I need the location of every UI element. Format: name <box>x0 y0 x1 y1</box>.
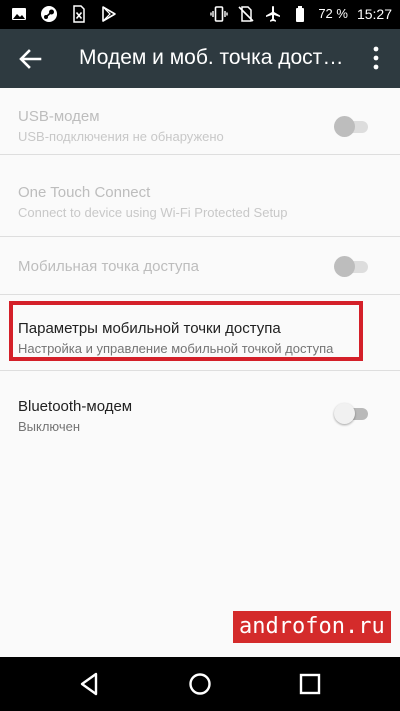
watermark: androfon.ru <box>233 611 391 643</box>
one-touch-connect-subtitle: Connect to device using Wi-Fi Protected … <box>18 205 288 220</box>
mobile-hotspot-switch[interactable] <box>334 255 370 277</box>
hotspot-parameters-title: Параметры мобильной точки доступа <box>18 320 281 337</box>
no-sim-icon <box>237 5 255 23</box>
mobile-hotspot-title: Мобильная точка доступа <box>18 258 199 275</box>
battery-icon <box>291 5 309 23</box>
page-title: Модем и моб. точка доступа <box>79 46 349 69</box>
clock: 15:27 <box>356 6 392 22</box>
hotspot-parameters-row[interactable]: Параметры мобильной точки доступа Настро… <box>0 295 400 371</box>
bluetooth-modem-subtitle: Выключен <box>18 419 81 434</box>
settings-list: USB-модем USB-подключения не обнаружено … <box>0 88 400 447</box>
navigation-bar <box>0 657 400 711</box>
mobile-hotspot-row[interactable]: Мобильная точка доступа <box>0 237 400 295</box>
bluetooth-modem-switch[interactable] <box>334 402 370 424</box>
play-store-icon <box>100 5 118 23</box>
one-touch-connect-row[interactable]: One Touch Connect Connect to device usin… <box>0 155 400 237</box>
one-touch-connect-title: One Touch Connect <box>18 184 151 201</box>
status-bar: 72 % 15:27 <box>0 0 400 29</box>
app-bar: Модем и моб. точка доступа <box>0 29 400 88</box>
steam-icon <box>40 5 58 23</box>
more-options-icon[interactable] <box>364 44 388 72</box>
usb-modem-title: USB-модем <box>18 108 100 125</box>
bluetooth-modem-row[interactable]: Bluetooth-модем Выключен <box>0 371 400 447</box>
recents-square-icon[interactable] <box>296 670 324 698</box>
bluetooth-modem-switch-thumb <box>334 403 355 424</box>
battery-percent: 72 % <box>318 6 348 21</box>
bluetooth-modem-title: Bluetooth-модем <box>18 398 133 415</box>
vibrate-icon <box>210 5 229 23</box>
hotspot-parameters-subtitle: Настройка и управление мобильной точкой … <box>18 341 334 356</box>
home-circle-icon[interactable] <box>186 670 214 698</box>
airplane-icon <box>264 5 282 23</box>
usb-modem-switch-thumb <box>334 116 355 137</box>
usb-modem-switch[interactable] <box>334 115 370 137</box>
status-bar-notifications <box>10 5 118 23</box>
gallery-icon <box>10 5 28 23</box>
back-arrow-icon[interactable] <box>14 43 46 75</box>
usb-modem-subtitle: USB-подключения не обнаружено <box>18 129 224 144</box>
status-bar-system: 72 % 15:27 <box>210 5 392 23</box>
file-x-icon <box>70 5 88 23</box>
usb-modem-row[interactable]: USB-модем USB-подключения не обнаружено <box>0 88 400 155</box>
mobile-hotspot-switch-thumb <box>334 256 355 277</box>
back-triangle-icon[interactable] <box>76 670 104 698</box>
